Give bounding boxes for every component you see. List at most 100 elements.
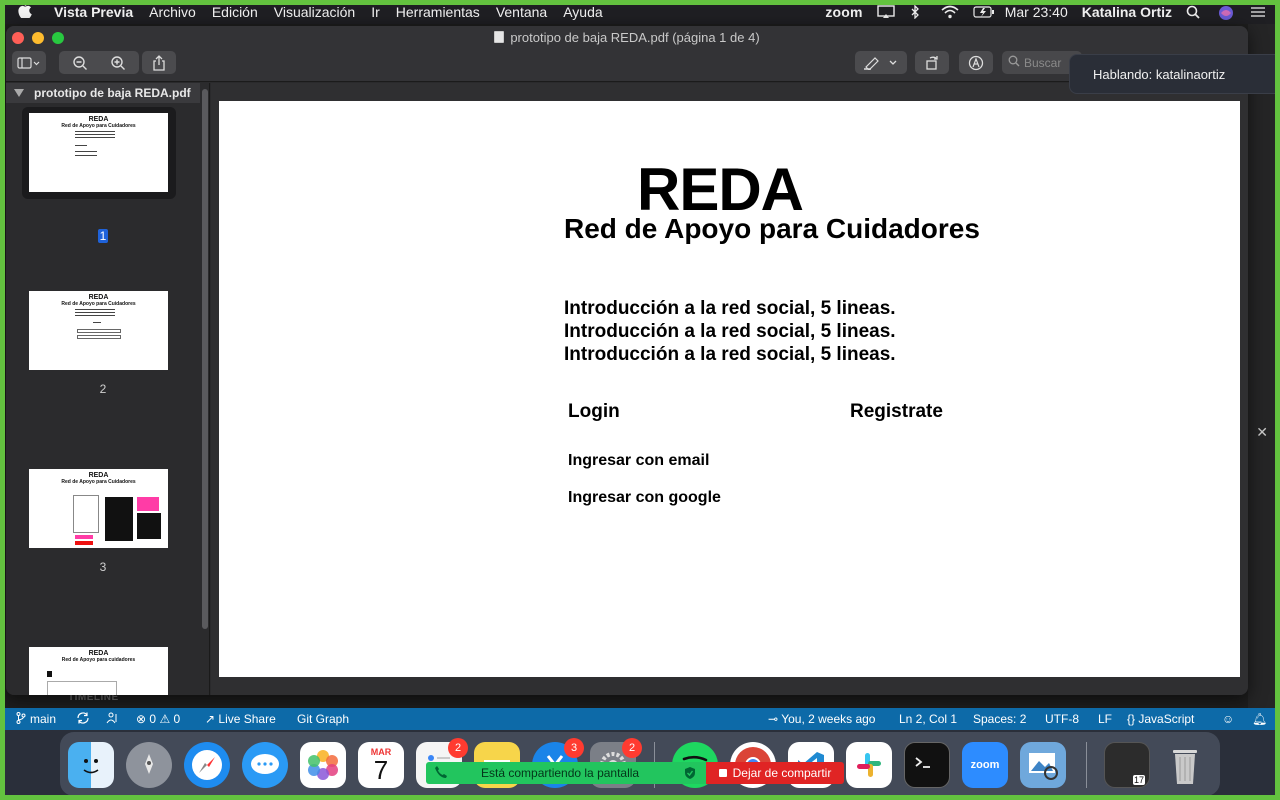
error-icon: ⊗ [136, 712, 147, 726]
sidebar-file-name: prototipo de baja REDA.pdf [34, 86, 191, 100]
photos-icon[interactable] [300, 742, 346, 788]
markup-toolbar-button[interactable] [959, 51, 993, 74]
thumbnail-text-line [93, 322, 101, 323]
safari-icon[interactable] [184, 742, 230, 788]
braces-icon: {} [1127, 712, 1136, 726]
thumbnail-text-line [75, 131, 115, 132]
menu-ventana[interactable]: Ventana [496, 4, 547, 20]
language-mode-item[interactable]: {} JavaScript [1127, 712, 1194, 726]
menu-edicion[interactable]: Edición [212, 4, 258, 20]
messages-icon[interactable] [242, 742, 288, 788]
dock-separator [1086, 742, 1087, 788]
search-icon [1008, 55, 1020, 70]
sidebar-scrollbar[interactable] [200, 83, 209, 695]
finder-icon[interactable] [68, 742, 114, 788]
menu-visualizacion[interactable]: Visualización [274, 4, 355, 20]
preview-app-icon[interactable] [1020, 742, 1066, 788]
menu-clock[interactable]: Mar 23:40 [1005, 4, 1068, 20]
zoom-menu-extra[interactable]: zoom [825, 4, 862, 20]
close-icon[interactable]: ✕ [1256, 424, 1268, 441]
thumbnail-text-line [75, 315, 115, 316]
disclosure-triangle-icon[interactable] [14, 89, 24, 97]
window-title-text: prototipo de baja REDA.pdf (página 1 de … [510, 30, 760, 45]
menu-user-name[interactable]: Katalina Ortiz [1082, 4, 1172, 20]
indentation-item[interactable]: Spaces: 2 [973, 712, 1026, 726]
apple-menu-icon[interactable] [18, 2, 36, 22]
thumbnail-title: REDA [88, 294, 109, 301]
live-share-item[interactable]: ↗ Live Share [205, 712, 276, 726]
git-blame-label: You, 2 weeks ago [781, 712, 876, 726]
sidebar-file-header[interactable]: prototipo de baja REDA.pdf [6, 83, 200, 103]
menu-bar-extras: zoom Mar 23:40 Katalina Ortiz [825, 0, 1268, 24]
shield-check-icon [684, 766, 696, 783]
calendar-icon[interactable]: MAR 7 [358, 742, 404, 788]
markup-highlight-button[interactable] [855, 51, 907, 74]
sync-icon[interactable] [76, 712, 90, 727]
terminal-icon[interactable] [904, 742, 950, 788]
cursor-position-item[interactable]: Ln 2, Col 1 [899, 712, 957, 726]
thumbnail-text-line [75, 151, 97, 152]
live-share-icon: ↗ [205, 712, 216, 726]
zoom-controls [59, 51, 139, 74]
live-share-label: Live Share [218, 712, 276, 726]
thumbnail-subtitle: Red de Apoyo para Cuidadores [61, 301, 136, 307]
git-graph-item[interactable]: Git Graph [297, 712, 349, 726]
notifications-bell-icon[interactable]: 🔔︎ [1252, 712, 1267, 726]
stop-icon [718, 769, 727, 777]
feedback-icon[interactable]: ☺ [1222, 712, 1234, 726]
git-branch-item[interactable]: main [16, 712, 56, 726]
menu-herramientas[interactable]: Herramientas [396, 4, 480, 20]
xcode-badge: 3 [564, 738, 584, 758]
rotate-button[interactable] [915, 51, 949, 74]
thumbnail-title: REDA [88, 472, 109, 479]
zoom-out-icon[interactable] [72, 55, 88, 71]
trash-icon[interactable] [1162, 742, 1208, 788]
commit-icon: ⊸ [768, 712, 779, 726]
minimized-window-icon[interactable]: 17 [1104, 742, 1150, 788]
document-view[interactable]: REDA Red de Apoyo para Cuidadores Introd… [211, 83, 1248, 695]
intro-line: Introducción a la red social, 5 lineas. [564, 321, 896, 342]
menu-app-name[interactable]: Vista Previa [54, 4, 133, 20]
git-person-icon[interactable] [106, 712, 120, 727]
git-branch-label: main [30, 712, 57, 726]
thumbnail-text-line [75, 134, 115, 135]
error-count: 0 [149, 712, 157, 726]
thumbnail-subtitle: Red de Apoyo para Cuidadores [61, 123, 136, 129]
battery-icon[interactable] [973, 5, 994, 19]
eol-item[interactable]: LF [1098, 712, 1112, 726]
encoding-item[interactable]: UTF-8 [1045, 712, 1079, 726]
problems-item[interactable]: ⊗ 0 ⚠ 0 [136, 712, 180, 726]
slack-icon[interactable] [846, 742, 892, 788]
thumbnail-text-line [75, 309, 115, 310]
screen-mirroring-icon[interactable] [877, 5, 895, 19]
thumbnail-red-button [75, 541, 93, 545]
thumbnail-text-line [75, 155, 97, 156]
thumbnail-image: REDA Red de Apoyo para Cuidadores [29, 469, 168, 548]
zoom-in-icon[interactable] [110, 55, 126, 71]
scrollbar-knob[interactable] [202, 89, 208, 629]
control-center-icon[interactable] [1250, 5, 1268, 19]
thumbnail-image: REDA Red de Apoyo para cuidadores [29, 647, 168, 695]
launchpad-icon[interactable] [126, 742, 172, 788]
spotlight-search-icon[interactable] [1186, 5, 1204, 19]
bluetooth-icon[interactable] [909, 4, 927, 20]
system-preferences-badge: 2 [622, 738, 642, 758]
wifi-icon[interactable] [941, 5, 959, 19]
intro-text: Introducción a la red social, 5 lineas. … [564, 297, 896, 366]
editor-right-strip [1248, 24, 1280, 708]
menu-ayuda[interactable]: Ayuda [563, 4, 602, 20]
siri-icon[interactable] [1218, 5, 1236, 20]
git-blame-item[interactable]: ⊸ You, 2 weeks ago [768, 712, 875, 726]
stop-share-button[interactable]: Dejar de compartir [706, 762, 844, 784]
share-button[interactable] [142, 51, 176, 74]
zoom-app-icon[interactable]: zoom [962, 742, 1008, 788]
sidebar-toggle-button[interactable] [12, 51, 46, 74]
thumbnail-pink-panel [137, 497, 159, 511]
share-status-label: Está compartiendo la pantalla [481, 766, 640, 780]
menu-ir[interactable]: Ir [371, 4, 380, 20]
thumbnail-black-panel [137, 513, 161, 539]
pdf-page-1[interactable]: REDA Red de Apoyo para Cuidadores Introd… [219, 101, 1240, 677]
pdf-document-icon [494, 31, 505, 43]
menu-archivo[interactable]: Archivo [149, 4, 196, 20]
warning-icon: ⚠ [159, 712, 171, 726]
